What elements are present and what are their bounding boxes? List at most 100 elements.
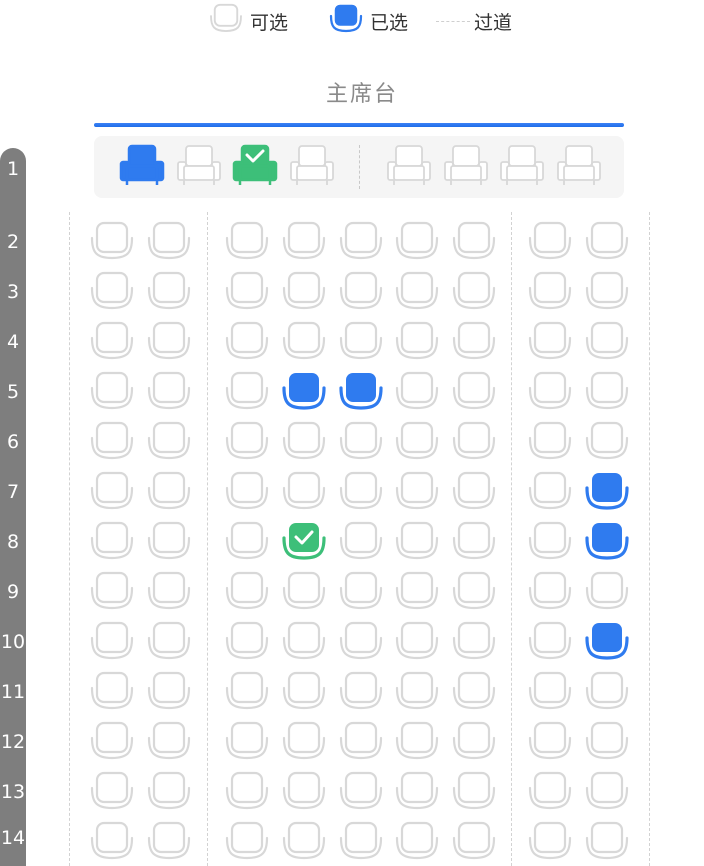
seat-available[interactable] <box>393 820 441 864</box>
seat-available[interactable] <box>450 270 498 314</box>
seat-available[interactable] <box>223 220 271 264</box>
seat-available[interactable] <box>337 670 385 714</box>
seat-available[interactable] <box>526 270 574 314</box>
seat-available[interactable] <box>337 520 385 564</box>
seat-available[interactable] <box>337 320 385 364</box>
seat-available[interactable] <box>337 470 385 514</box>
seat-available[interactable] <box>88 570 136 614</box>
seat-available[interactable] <box>526 520 574 564</box>
seat-available[interactable] <box>337 570 385 614</box>
seat-available[interactable] <box>88 520 136 564</box>
seat-available[interactable] <box>223 270 271 314</box>
seat-available[interactable] <box>450 520 498 564</box>
seat-available[interactable] <box>145 770 193 814</box>
seat-available[interactable] <box>450 670 498 714</box>
podium-seat[interactable] <box>231 144 279 188</box>
seat-available[interactable] <box>145 670 193 714</box>
seat-available[interactable] <box>393 620 441 664</box>
seat-available[interactable] <box>526 820 574 864</box>
seat-selected[interactable] <box>280 370 328 414</box>
seat-available[interactable] <box>223 420 271 464</box>
seat-available[interactable] <box>223 770 271 814</box>
seat-occupied[interactable] <box>280 520 328 564</box>
seat-available[interactable] <box>450 420 498 464</box>
seat-available[interactable] <box>393 470 441 514</box>
seat-available[interactable] <box>393 770 441 814</box>
seat-available[interactable] <box>583 770 631 814</box>
seat-available[interactable] <box>223 570 271 614</box>
seat-available[interactable] <box>280 270 328 314</box>
seat-available[interactable] <box>88 670 136 714</box>
seat-available[interactable] <box>450 320 498 364</box>
seat-available[interactable] <box>450 570 498 614</box>
seat-selected[interactable] <box>583 520 631 564</box>
seat-available[interactable] <box>88 470 136 514</box>
seat-available[interactable] <box>280 620 328 664</box>
podium-seat[interactable] <box>442 144 490 188</box>
seat-available[interactable] <box>393 370 441 414</box>
seat-available[interactable] <box>223 670 271 714</box>
seat-available[interactable] <box>280 570 328 614</box>
seat-available[interactable] <box>393 670 441 714</box>
seat-available[interactable] <box>450 770 498 814</box>
seat-available[interactable] <box>280 820 328 864</box>
seat-available[interactable] <box>526 320 574 364</box>
seat-available[interactable] <box>223 470 271 514</box>
seat-available[interactable] <box>88 820 136 864</box>
seat-available[interactable] <box>88 370 136 414</box>
seat-available[interactable] <box>223 370 271 414</box>
seat-available[interactable] <box>526 370 574 414</box>
seat-available[interactable] <box>393 420 441 464</box>
seat-available[interactable] <box>583 220 631 264</box>
seat-available[interactable] <box>393 220 441 264</box>
seat-available[interactable] <box>337 220 385 264</box>
seat-available[interactable] <box>88 270 136 314</box>
podium-seat[interactable] <box>175 144 223 188</box>
seat-available[interactable] <box>337 770 385 814</box>
seat-available[interactable] <box>88 420 136 464</box>
podium-seat[interactable] <box>555 144 603 188</box>
seat-available[interactable] <box>280 720 328 764</box>
seat-available[interactable] <box>526 620 574 664</box>
seat-available[interactable] <box>88 770 136 814</box>
seat-available[interactable] <box>337 720 385 764</box>
seat-available[interactable] <box>583 370 631 414</box>
seat-available[interactable] <box>280 670 328 714</box>
seat-available[interactable] <box>337 820 385 864</box>
seat-available[interactable] <box>223 720 271 764</box>
podium-seat[interactable] <box>498 144 546 188</box>
seat-available[interactable] <box>450 370 498 414</box>
seat-available[interactable] <box>450 620 498 664</box>
seat-available[interactable] <box>88 720 136 764</box>
seat-available[interactable] <box>223 520 271 564</box>
seat-available[interactable] <box>337 620 385 664</box>
seat-available[interactable] <box>450 220 498 264</box>
seat-available[interactable] <box>393 270 441 314</box>
podium-seat[interactable] <box>385 144 433 188</box>
seat-available[interactable] <box>88 320 136 364</box>
seat-available[interactable] <box>450 470 498 514</box>
seat-available[interactable] <box>583 670 631 714</box>
seat-available[interactable] <box>337 270 385 314</box>
seat-selected[interactable] <box>583 470 631 514</box>
seat-available[interactable] <box>526 420 574 464</box>
seat-available[interactable] <box>280 470 328 514</box>
seat-available[interactable] <box>583 420 631 464</box>
seat-available[interactable] <box>337 420 385 464</box>
seat-available[interactable] <box>393 570 441 614</box>
seat-available[interactable] <box>526 770 574 814</box>
seat-available[interactable] <box>145 470 193 514</box>
seat-available[interactable] <box>145 520 193 564</box>
seat-available[interactable] <box>280 770 328 814</box>
seat-available[interactable] <box>393 520 441 564</box>
seat-available[interactable] <box>145 720 193 764</box>
seat-selected[interactable] <box>583 620 631 664</box>
seat-available[interactable] <box>145 570 193 614</box>
seat-available[interactable] <box>145 370 193 414</box>
seat-available[interactable] <box>88 220 136 264</box>
seat-available[interactable] <box>223 620 271 664</box>
seat-available[interactable] <box>145 820 193 864</box>
seat-available[interactable] <box>526 720 574 764</box>
seat-available[interactable] <box>526 220 574 264</box>
seat-available[interactable] <box>583 320 631 364</box>
